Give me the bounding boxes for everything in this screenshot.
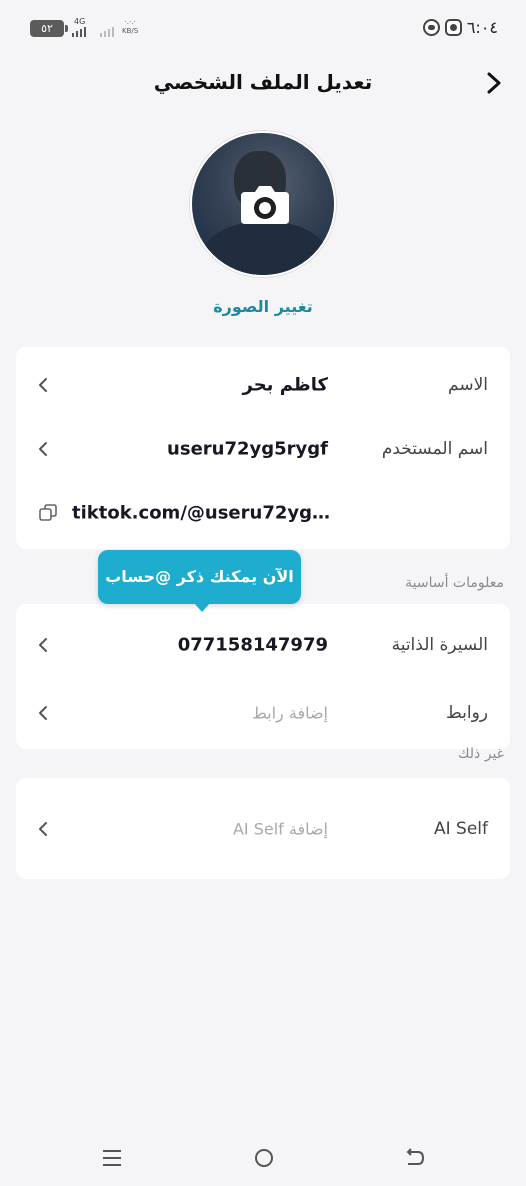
ai-self-label: AI Self [433,819,488,839]
ai-self-row[interactable]: AI Self إضافة AI Self [16,796,510,862]
mention-tooltip[interactable]: الآن يمكنك ذكر @حساب [98,550,301,612]
basic-info-section-title: معلومات أساسية [405,575,504,591]
chevron-left-icon [39,822,47,836]
header: تعديل الملف الشخصي [0,60,526,106]
add-link-placeholder: إضافة رابط [251,703,328,723]
bio-value: 07715814797‪9 [177,634,328,656]
profile-link-value: tiktok.com/@useru72yg5... [72,502,332,524]
clock: ٦:٠٤ [466,18,498,37]
media-notification-icon [445,19,462,36]
status-bar: ٥٢ 4G ·.·.· KB/S ٦:٠٤ [0,0,526,56]
links-row[interactable]: روابط إضافة رابط [16,680,510,746]
links-label: روابط [445,703,488,723]
home-icon[interactable] [250,1144,278,1172]
cellular-signal-icon: 4G [72,17,96,37]
username-label: اسم المستخدم [381,439,488,459]
name-label: الاسم [448,375,488,395]
page-title: تعديل الملف الشخصي [153,70,373,94]
ai-self-placeholder: إضافة AI Self [232,819,328,839]
network-type: 4G [74,17,86,26]
username-value: useru72yg5rygf [167,438,328,460]
name-row[interactable]: الاسم كاظم بحر [16,352,510,418]
recent-apps-icon[interactable] [98,1144,126,1172]
profile-link-row[interactable]: tiktok.com/@useru72yg5... [16,480,510,546]
other-card: AI Self إضافة AI Self [16,778,510,879]
network-speed: ·.·.· KB/S [122,18,139,35]
back-arrow-icon[interactable] [482,70,506,96]
basic-info-card: السيرة الذاتية 07715814797‪9 روابط إضافة… [16,604,510,749]
other-section-title: غير ذلك [457,746,504,762]
app-notification-icon [423,19,440,36]
system-nav-bar [0,1130,526,1186]
chevron-left-icon [39,378,47,392]
back-nav-icon[interactable] [400,1144,428,1172]
profile-avatar[interactable] [190,131,336,277]
name-value: كاظم بحر [242,374,329,396]
chevron-left-icon [39,706,47,720]
change-photo-link[interactable]: تغيير الصورة [0,297,526,316]
chevron-left-icon [39,442,47,456]
camera-icon [241,186,289,224]
copy-icon[interactable] [38,503,58,523]
bio-label: السيرة الذاتية [391,635,488,655]
username-row[interactable]: اسم المستخدم useru72yg5rygf [16,416,510,482]
chevron-left-icon [39,638,47,652]
battery-indicator: ٥٢ [30,20,68,37]
bio-row[interactable]: السيرة الذاتية 07715814797‪9 [16,612,510,678]
secondary-signal-icon [100,27,114,37]
profile-info-card: الاسم كاظم بحر اسم المستخدم useru72yg5ry… [16,347,510,549]
